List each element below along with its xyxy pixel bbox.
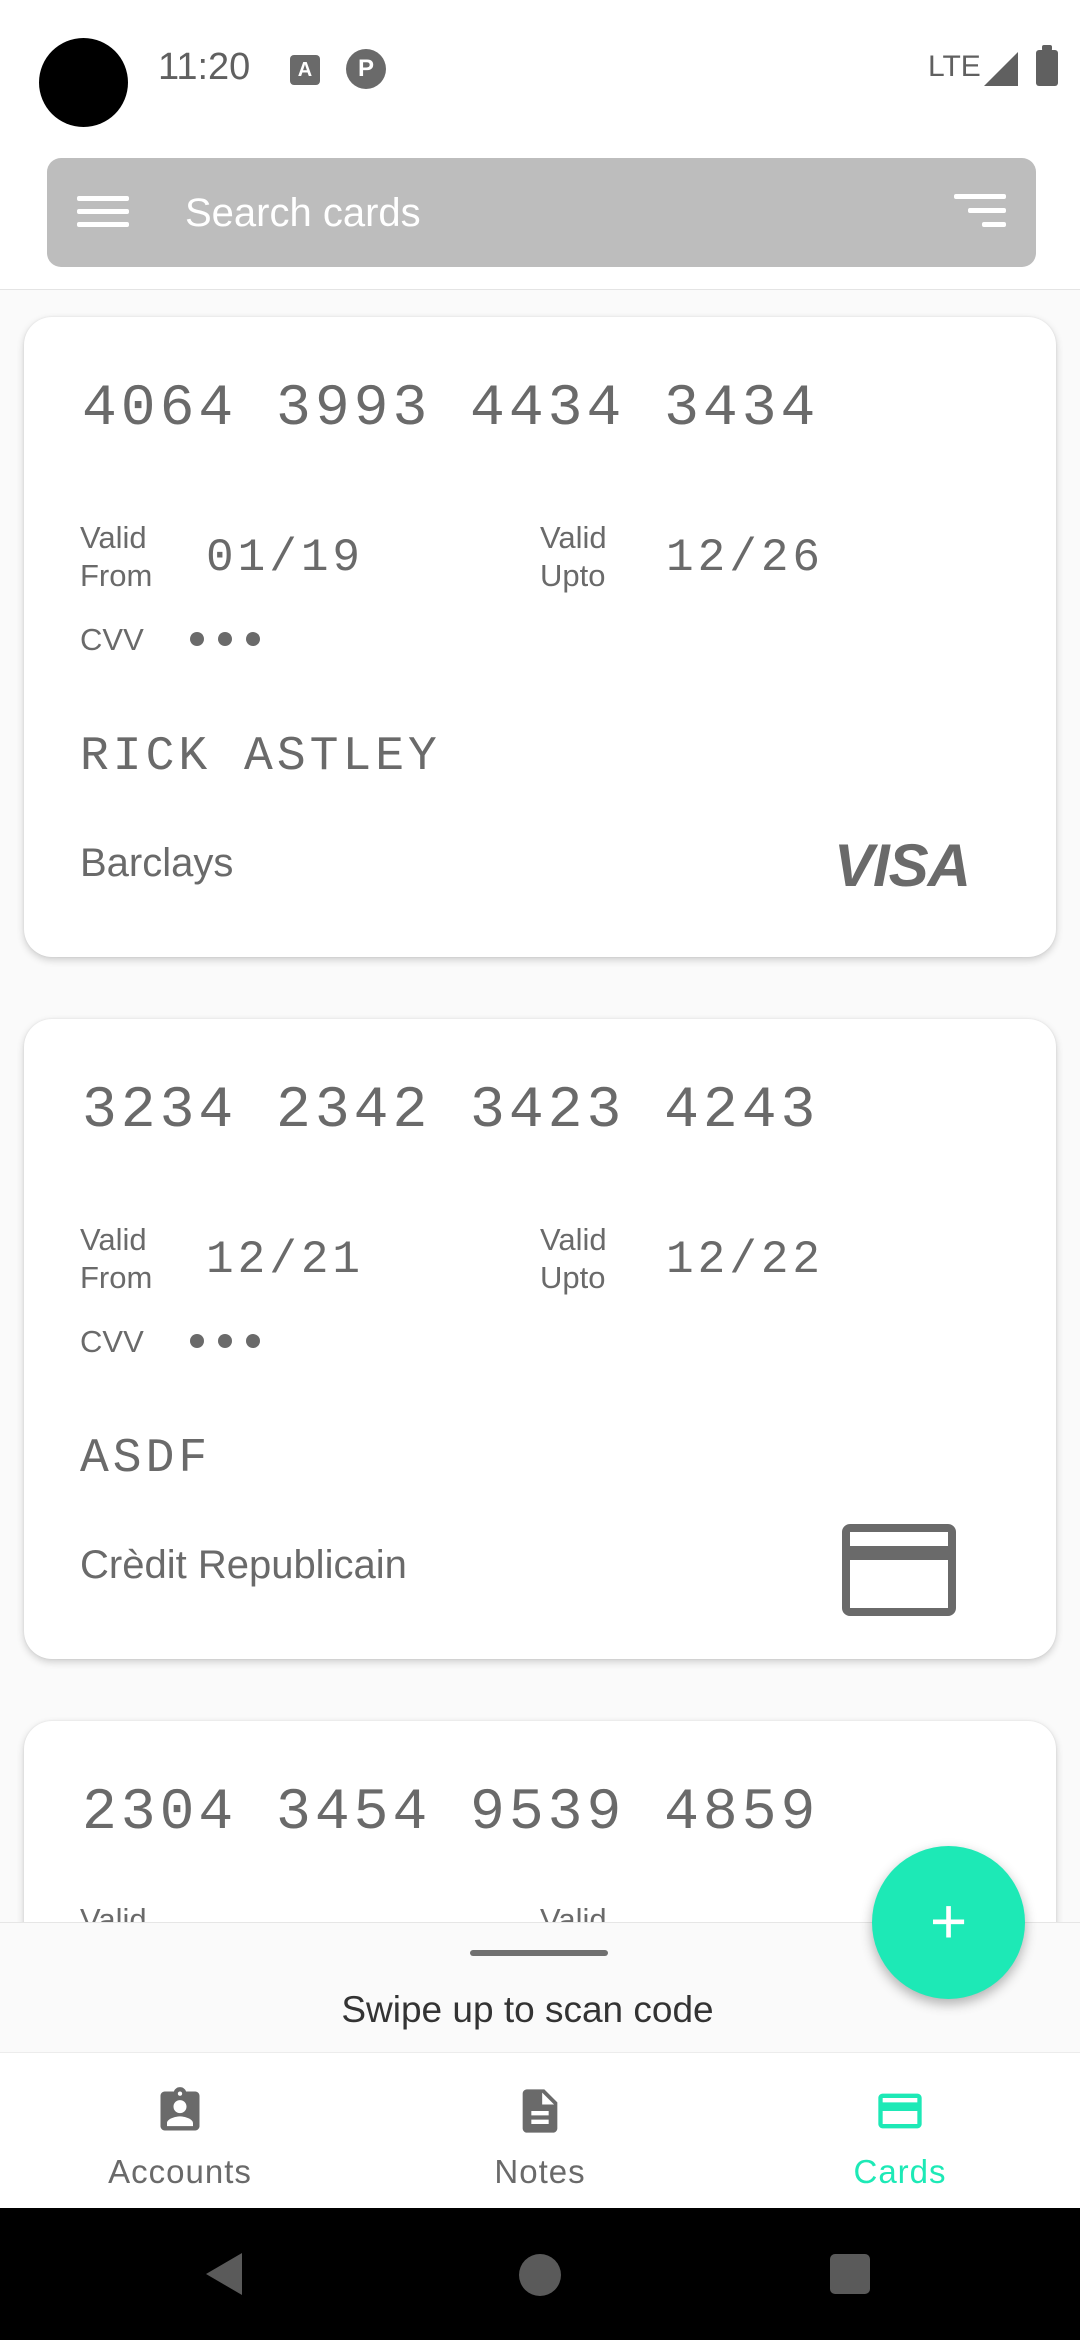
status-time: 11:20: [158, 46, 251, 88]
bottom-navigation: Accounts Notes Cards: [0, 2052, 1080, 2208]
card-number: 2304 3454 9539 4859: [82, 1781, 820, 1846]
status-bar: 11:20 A P LTE: [0, 0, 1080, 140]
card-number: 4064 3993 4434 3434: [82, 377, 820, 442]
add-card-button[interactable]: +: [872, 1846, 1025, 1999]
card-item[interactable]: 3234 2342 3423 4243 Valid From 12/21 Vali…: [24, 1019, 1056, 1659]
app-notification-icon: P: [346, 49, 386, 89]
nav-notes[interactable]: Notes: [360, 2053, 720, 2209]
menu-icon[interactable]: [77, 196, 129, 228]
visa-logo: VISA: [833, 832, 971, 899]
valid-from-label: Valid From: [80, 520, 153, 593]
battery-icon: [1036, 45, 1058, 86]
signal-icon: [984, 52, 1018, 86]
nav-cards-label: Cards: [853, 2153, 947, 2190]
bank-name: Barclays: [80, 841, 234, 885]
drag-handle[interactable]: [470, 1950, 608, 1956]
system-navigation-bar: [0, 2208, 1080, 2340]
valid-upto-label: Valid: [540, 1902, 607, 1922]
scan-hint: Swipe up to scan code: [341, 1989, 714, 2030]
cvv-label: CVV: [80, 622, 144, 657]
nav-notes-label: Notes: [494, 2153, 586, 2190]
valid-from-value: 12/21: [206, 1234, 365, 1286]
valid-from-value: 01/19: [206, 532, 365, 584]
search-header: [0, 140, 1080, 290]
nav-cards[interactable]: Cards: [720, 2053, 1080, 2209]
search-bar: [47, 158, 1036, 267]
valid-upto-value: 12/26: [666, 532, 825, 584]
account-badge-icon: [160, 2087, 200, 2131]
back-icon[interactable]: [206, 2253, 242, 2295]
card-holder-name: RICK ASTLEY: [80, 730, 441, 784]
card-list[interactable]: 4064 3993 4434 3434 Valid From 01/19 Vali…: [0, 291, 1080, 1922]
search-input[interactable]: [185, 186, 885, 240]
valid-from-label: Valid From: [80, 1222, 153, 1295]
keyboard-notification-icon: A: [290, 55, 320, 85]
camera-cutout: [39, 38, 128, 127]
valid-upto-label: Valid Upto: [540, 520, 607, 593]
card-item[interactable]: 4064 3993 4434 3434 Valid From 01/19 Vali…: [24, 317, 1056, 957]
valid-upto-label: Valid Upto: [540, 1222, 607, 1295]
credit-card-icon: [842, 1524, 956, 1616]
cvv-label: CVV: [80, 1324, 144, 1359]
cvv-hidden-value[interactable]: [190, 632, 274, 651]
sort-icon[interactable]: [954, 194, 1006, 230]
bank-name: Crèdit Republicain: [80, 1543, 407, 1587]
note-icon: [522, 2089, 558, 2133]
cvv-hidden-value[interactable]: [190, 1334, 274, 1353]
nav-accounts[interactable]: Accounts: [0, 2053, 360, 2209]
credit-card-icon: [878, 2093, 922, 2129]
home-icon[interactable]: [519, 2254, 561, 2296]
recents-icon[interactable]: [830, 2254, 870, 2294]
valid-from-label: Valid: [80, 1902, 147, 1922]
card-holder-name: ASDF: [80, 1432, 212, 1486]
nav-accounts-label: Accounts: [108, 2153, 252, 2190]
valid-upto-value: 12/22: [666, 1234, 825, 1286]
network-type: LTE: [928, 50, 981, 83]
card-number: 3234 2342 3423 4243: [82, 1079, 820, 1144]
